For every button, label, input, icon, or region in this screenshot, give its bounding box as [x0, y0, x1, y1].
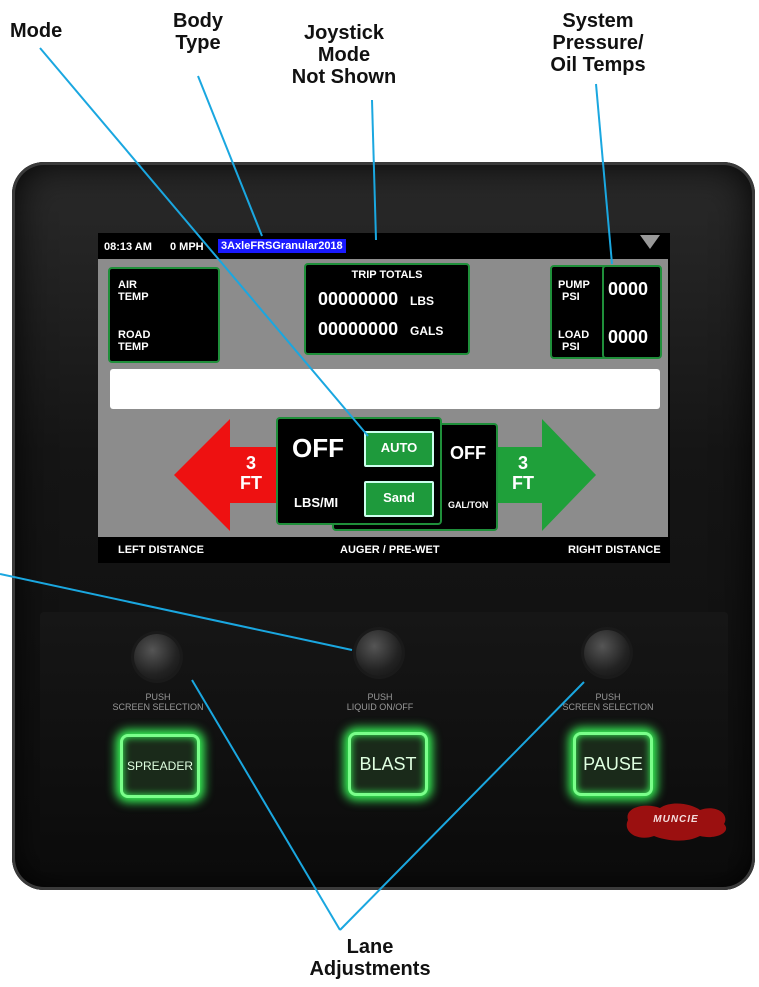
callout-mode-text: Mode [10, 20, 63, 42]
left-knob-label: PUSH SCREEN SELECTION [88, 692, 228, 712]
pause-button[interactable]: PAUSE [573, 732, 653, 796]
muncie-logo-text: MUNCIE [653, 814, 699, 825]
message-bar [110, 369, 660, 409]
callout-joystick: Joystick Mode Not Shown [284, 22, 404, 88]
load-psi-label: LOAD PSI [558, 329, 589, 353]
auger-panel: OFF LBS/MI AUTO Sand [276, 417, 442, 525]
callout-lane-line2: Adjustments [309, 958, 431, 980]
temperature-panel: AIR TEMP ROAD TEMP [108, 267, 220, 363]
center-knob-label-line1: PUSH [367, 692, 393, 702]
callout-joystick-line3: Not Shown [291, 66, 397, 88]
air-temp-label: AIR TEMP [118, 279, 149, 303]
right-distance-value: 3 FT [508, 453, 538, 493]
left-distance-label: LEFT DISTANCE [118, 544, 204, 556]
load-psi-value: 0000 [608, 327, 649, 347]
status-time: 08:13 AM [104, 241, 152, 253]
road-temp-label: ROAD TEMP [118, 329, 150, 353]
trip-totals-title: TRIP TOTALS [351, 269, 423, 281]
pressure-values-panel: 0000 0000 [602, 265, 662, 359]
right-distance-label: RIGHT DISTANCE [568, 544, 661, 556]
right-knob-label-line2: SCREEN SELECTION [562, 702, 654, 712]
auto-mode-button[interactable]: AUTO [364, 431, 434, 467]
air-temp-label-line2: TEMP [118, 291, 149, 303]
prewet-state: OFF [450, 443, 486, 463]
left-knob-label-line2: SCREEN SELECTION [112, 702, 204, 712]
callout-body-type-line1: Body [173, 10, 223, 32]
sand-material-button[interactable]: Sand [364, 481, 434, 517]
load-psi-label-line1: LOAD [558, 329, 590, 341]
trip-lbs-value: 00000000 [318, 289, 399, 309]
callout-system-line2: Pressure/ [552, 32, 644, 54]
left-distance-number: 3 [245, 453, 256, 473]
callout-system-line3: Oil Temps [550, 54, 646, 76]
auger-state: OFF [292, 433, 344, 463]
bottom-labels: LEFT DISTANCE AUGER / PRE-WET RIGHT DIST… [98, 537, 670, 563]
pump-psi-label-line2: PSI [562, 291, 580, 303]
trip-gals-unit: GALS [410, 324, 444, 338]
trip-gals-value: 00000000 [318, 319, 399, 339]
road-temp-label-line1: ROAD [118, 329, 151, 341]
trip-totals-panel: TRIP TOTALS 00000000 LBS 00000000 GALS [304, 263, 470, 355]
spreader-button[interactable]: SPREADER [120, 734, 200, 798]
pump-psi-label-line1: PUMP [558, 279, 590, 291]
callout-joystick-line1: Joystick [303, 22, 385, 44]
display-screen: 08:13 AM 0 MPH 3AxleFRSGranular2018 AIR … [98, 233, 670, 563]
callout-lane-line1: Lane [346, 936, 394, 958]
center-knob[interactable] [356, 630, 402, 676]
center-knob-label: PUSH LIQUID ON/OFF [310, 692, 450, 712]
prewet-unit: GAL/TON [448, 500, 489, 510]
road-temp-label-line2: TEMP [118, 341, 149, 353]
callout-lane-adjustments: Lane Adjustments [300, 936, 440, 980]
callout-mode: Mode [10, 20, 62, 42]
callout-system-line1: System [562, 10, 634, 32]
status-bar: 08:13 AM 0 MPH 3AxleFRSGranular2018 [98, 233, 670, 259]
air-temp-label-line1: AIR [118, 279, 137, 291]
right-knob-label: PUSH SCREEN SELECTION [538, 692, 678, 712]
screen-main-area: AIR TEMP ROAD TEMP TRIP TOTALS 00000000 … [98, 259, 668, 537]
muncie-logo: MUNCIE [620, 800, 732, 842]
callout-system-pressure: System Pressure/ Oil Temps [538, 10, 658, 76]
callout-body-type: Body Type [158, 10, 238, 54]
left-distance-unit: FT [240, 473, 262, 493]
right-knob-label-line1: PUSH [595, 692, 621, 702]
center-knob-label-line2: LIQUID ON/OFF [346, 702, 414, 712]
pump-psi-value: 0000 [608, 279, 649, 299]
left-knob[interactable] [134, 634, 180, 680]
callout-joystick-line2: Mode [317, 44, 371, 66]
pump-psi-panel: PUMP PSI LOAD PSI [550, 265, 608, 359]
left-knob-label-line1: PUSH [145, 692, 171, 702]
status-body-type[interactable]: 3AxleFRSGranular2018 [218, 239, 346, 253]
status-speed: 0 MPH [170, 241, 204, 253]
auger-unit: LBS/MI [294, 495, 339, 510]
trip-lbs-unit: LBS [410, 294, 434, 308]
right-distance-number: 3 [517, 453, 528, 473]
blast-button[interactable]: BLAST [348, 732, 428, 796]
left-distance-arrow-icon[interactable] [174, 419, 284, 531]
auger-prewet-label: AUGER / PRE-WET [340, 544, 440, 556]
left-distance-value: 3 FT [236, 453, 266, 493]
right-distance-unit: FT [512, 473, 534, 493]
right-knob[interactable] [584, 630, 630, 676]
pump-psi-label: PUMP PSI [558, 279, 590, 303]
load-psi-label-line2: PSI [562, 341, 580, 353]
dropdown-arrow-icon[interactable] [640, 235, 660, 249]
callout-body-type-line2: Type [175, 32, 221, 54]
